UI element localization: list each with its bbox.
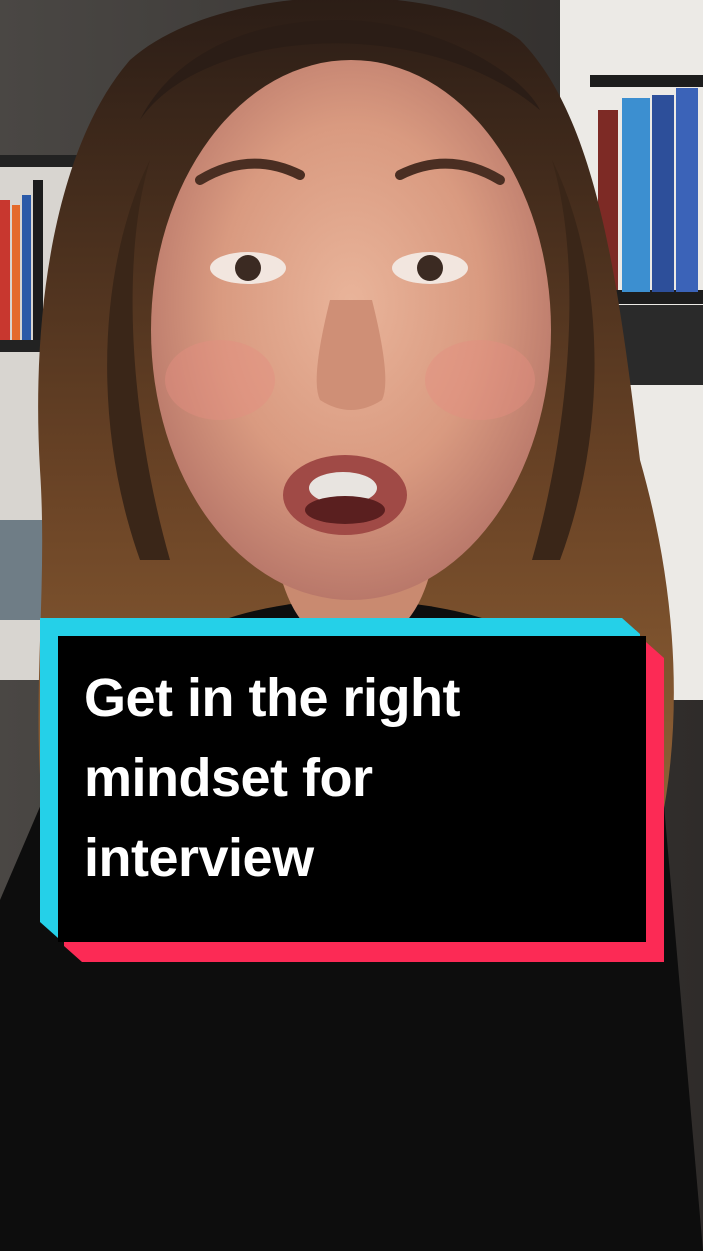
caption-card: Get in the right mindset for interview (40, 618, 664, 962)
caption-line-2: mindset for (84, 748, 373, 808)
caption-line-3: interview (84, 828, 314, 888)
caption-text: Get in the right mindset for interview (84, 658, 624, 898)
video-frame[interactable]: Get in the right mindset for interview (0, 0, 703, 1251)
caption-line-1: Get in the right (84, 668, 461, 728)
